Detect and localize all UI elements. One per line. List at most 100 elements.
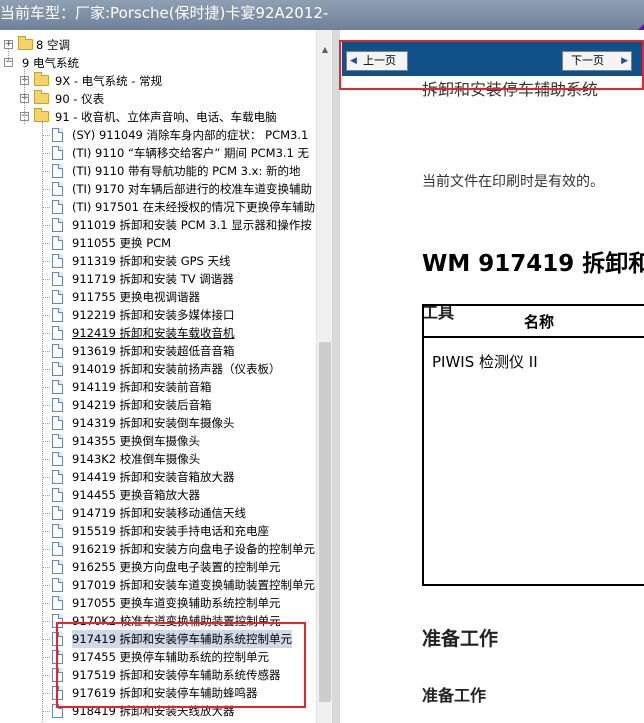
folder-icon xyxy=(34,108,49,122)
tree-document-item[interactable]: 914719 拆卸和安装移动通信天线 xyxy=(0,504,316,522)
document-icon xyxy=(52,236,63,250)
tree-folder-item[interactable]: −91 - 收音机、立体声音响、电话、车载电脑 xyxy=(0,108,316,126)
next-page-button[interactable]: 下一页 ▶ xyxy=(562,51,632,71)
tree-item-label: 917519 拆卸和安装停车辅助系统传感器 xyxy=(72,668,281,682)
tree-item-label: (TI) 9170 对车辆后部进行的校准车道变换辅助 xyxy=(72,182,312,196)
tree-document-item[interactable]: 916219 拆卸和安装方向盘电子设备的控制单元 xyxy=(0,540,316,558)
tree-item-label: 917455 更换停车辅助系统的控制单元 xyxy=(72,650,270,664)
scroll-up-icon[interactable]: ▲ xyxy=(317,42,332,58)
tree-guide-line xyxy=(24,66,25,124)
tree-item-label: 9170K2 校准车道变换辅助装置控制单元 xyxy=(72,614,281,628)
tools-table: 名称 PIWIS 检测仪 II xyxy=(422,304,644,586)
tree-item-label: 918419 拆卸和安装天线放大器 xyxy=(72,704,235,718)
tree-item-label: 91 - 收音机、立体声音响、电话、车载电脑 xyxy=(55,110,277,124)
tree-scrollbar[interactable]: ▲ xyxy=(316,30,332,723)
tree-document-item[interactable]: 914355 更换倒车摄像头 xyxy=(0,432,316,450)
document-icon xyxy=(52,542,63,556)
document-icon xyxy=(52,452,63,466)
document-icon xyxy=(52,434,63,448)
document-icon xyxy=(52,488,63,502)
tree-item-label: 916255 更换方向盘电子装置的控制单元 xyxy=(72,560,281,574)
tree-document-item[interactable]: 914419 拆卸和安装音箱放大器 xyxy=(0,468,316,486)
document-icon xyxy=(52,290,63,304)
tree-document-item[interactable]: 916255 更换方向盘电子装置的控制单元 xyxy=(0,558,316,576)
tree-document-item[interactable]: 911319 拆卸和安装 GPS 天线 xyxy=(0,252,316,270)
tree-document-item[interactable]: 911719 拆卸和安装 TV 调谐器 xyxy=(0,270,316,288)
tree-document-item[interactable]: 917455 更换停车辅助系统的控制单元 xyxy=(0,648,316,666)
folder-icon xyxy=(34,72,49,86)
document-icon xyxy=(52,596,63,610)
tree-document-item[interactable]: 917519 拆卸和安装停车辅助系统传感器 xyxy=(0,666,316,684)
tree-document-item[interactable]: 917619 拆卸和安装停车辅助蜂鸣器 xyxy=(0,684,316,702)
tree-document-item[interactable]: (TI) 917501 在未经授权的情况下更换停车辅助 xyxy=(0,198,316,216)
document-heading: 拆卸和安装停车辅助系统 xyxy=(422,80,599,99)
tree-document-item[interactable]: 913619 拆卸和安装超低音音箱 xyxy=(0,342,316,360)
tree-item-label: (TI) 917501 在未经授权的情况下更换停车辅助 xyxy=(72,200,316,214)
tree-document-item[interactable]: 918419 拆卸和安装天线放大器 xyxy=(0,702,316,720)
tree-item-label: 913619 拆卸和安装超低音音箱 xyxy=(72,344,235,358)
previous-page-label: 上一页 xyxy=(363,54,396,67)
tree-document-item[interactable]: 917055 更换车道变换辅助系统控制单元 xyxy=(0,594,316,612)
tree-document-item[interactable]: 917419 拆卸和安装停车辅助系统控制单元 xyxy=(0,630,316,648)
tools-table-cell: PIWIS 检测仪 II xyxy=(432,353,538,371)
tree-item-label: 9 电气系统 xyxy=(22,56,79,70)
tree-item-label: 9X - 电气系统 - 常规 xyxy=(55,74,163,88)
tree-folder-item[interactable]: −9 电气系统 xyxy=(0,54,316,72)
tools-column-name: 名称 xyxy=(524,313,555,331)
document-icon xyxy=(52,398,63,412)
tree-item-label: (TI) 9110 带有导航功能的 PCM 3.x: 新的地 xyxy=(72,164,301,178)
tree-document-item[interactable]: 911019 拆卸和安装 PCM 3.1 显示器和操作按 xyxy=(0,216,316,234)
tree-document-item[interactable]: 914455 更换音箱放大器 xyxy=(0,486,316,504)
tree-guide-line xyxy=(8,48,9,62)
tree-item-label: 9143K2 校准倒车摄像头 xyxy=(72,452,201,466)
tree-document-item[interactable]: 914019 拆卸和安装前扬声器（仪表板） xyxy=(0,360,316,378)
validity-note: 当前文件在印刷时是有效的。 xyxy=(422,174,604,190)
tree-folder-item[interactable]: +9X - 电气系统 - 常规 xyxy=(0,72,316,90)
window-title-bar: 当前车型：厂家:Porsche(保时捷)卡宴92A2012- xyxy=(0,0,644,30)
tree-document-item[interactable]: 912419 拆卸和安装车载收音机 xyxy=(0,324,316,342)
tree-document-item[interactable]: 914119 拆卸和安装前音箱 xyxy=(0,378,316,396)
document-icon xyxy=(52,344,63,358)
tree-item-label: 911755 更换电视调谐器 xyxy=(72,290,201,304)
tree-document-item[interactable]: 914219 拆卸和安装后音箱 xyxy=(0,396,316,414)
tree-scroll-thumb[interactable] xyxy=(319,342,331,702)
tree-document-item[interactable]: (TI) 9110 带有导航功能的 PCM 3.x: 新的地 xyxy=(0,162,316,180)
arrow-left-icon: ◀ xyxy=(350,56,357,66)
document-icon xyxy=(52,524,63,538)
tree-item-label: 911319 拆卸和安装 GPS 天线 xyxy=(72,254,231,268)
tree-folder-item[interactable]: +90 - 仪表 xyxy=(0,90,316,108)
tree-document-item[interactable]: 917019 拆卸和安装车道变换辅助装置控制单元 xyxy=(0,576,316,594)
tree-document-item[interactable]: 9143K2 校准倒车摄像头 xyxy=(0,450,316,468)
tree-document-item[interactable]: (SY) 911049 消除车身内部的症状： PCM3.1 xyxy=(0,126,316,144)
document-icon xyxy=(52,326,63,340)
arrow-right-icon: ▶ xyxy=(621,56,628,66)
document-icon xyxy=(52,308,63,322)
tree-item-label: 917619 拆卸和安装停车辅助蜂鸣器 xyxy=(72,686,258,700)
tree-document-item[interactable]: 911755 更换电视调谐器 xyxy=(0,288,316,306)
preparation-subheading: 准备工作 xyxy=(422,686,487,705)
tree-document-item[interactable]: (TI) 9170 对车辆后部进行的校准车道变换辅助 xyxy=(0,180,316,198)
tree-document-item[interactable]: 912219 拆卸和安装多媒体接口 xyxy=(0,306,316,324)
tree-folder-item[interactable]: +8 空调 xyxy=(0,36,316,54)
work-manual-title: WM 917419 拆卸和 xyxy=(422,251,644,277)
document-icon xyxy=(52,506,63,520)
tree-document-item[interactable]: 914319 拆卸和安装倒车摄像头 xyxy=(0,414,316,432)
tree-item-label: (SY) 911049 消除车身内部的症状： PCM3.1 xyxy=(72,128,309,142)
tree-item-label: 914119 拆卸和安装前音箱 xyxy=(72,380,212,394)
tree-item-label: 914419 拆卸和安装音箱放大器 xyxy=(72,470,235,484)
tree-document-item[interactable]: 915519 拆卸和安装手持电话和充电座 xyxy=(0,522,316,540)
document-icon xyxy=(52,560,63,574)
document-icon xyxy=(52,218,63,232)
tree-document-item[interactable]: (TI) 9110 “车辆移交给客户” 期间 PCM3.1 无 xyxy=(0,144,316,162)
document-icon xyxy=(52,470,63,484)
tree-item-label: 8 空调 xyxy=(36,38,70,52)
tools-table-header: 名称 xyxy=(424,306,644,338)
category-tree: +8 空调 −9 电气系统 +9X - 电气系统 - 常规 +90 - 仪表 −91 -… xyxy=(0,36,316,723)
tree-document-item[interactable]: 9170K2 校准车道变换辅助装置控制单元 xyxy=(0,612,316,630)
previous-page-button[interactable]: ◀ 上一页 xyxy=(346,51,408,71)
tree-document-item[interactable]: 911055 更换 PCM xyxy=(0,234,316,252)
tree-item-label: 912419 拆卸和安装车载收音机 xyxy=(72,326,235,340)
document-icon xyxy=(52,128,63,142)
tree-item-label: 911719 拆卸和安装 TV 调谐器 xyxy=(72,272,234,286)
tree-item-label: 914455 更换音箱放大器 xyxy=(72,488,201,502)
